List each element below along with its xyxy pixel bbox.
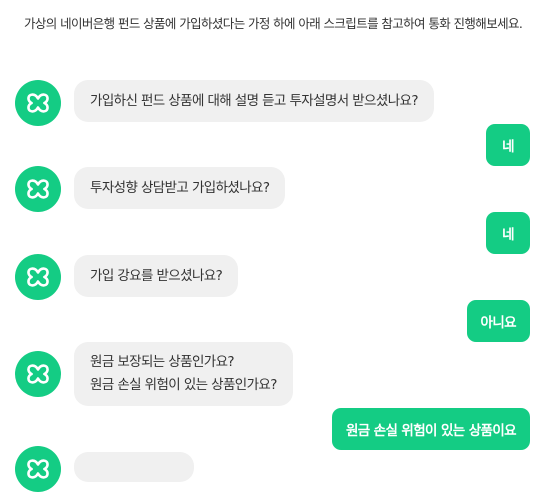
clover-logo-icon	[27, 267, 49, 287]
bot-message: 가입 강요를 받으셨나요?	[74, 255, 239, 297]
bot-avatar	[15, 446, 61, 492]
clover-logo-icon	[27, 459, 49, 479]
bot-message-text: 가입하신 펀드 상품에 대해 설명 듣고 투자설명서 받으셨나요?	[90, 92, 419, 109]
chat-thread: 가입하신 펀드 상품에 대해 설명 듣고 투자설명서 받으셨나요? 네 투자성향…	[0, 0, 544, 492]
bot-message-text: 투자성향 상담받고 가입하셨나요?	[90, 179, 270, 196]
bot-message: 가입하신 펀드 상품에 대해 설명 듣고 투자설명서 받으셨나요?	[74, 80, 434, 122]
bot-message: 투자성향 상담받고 가입하셨나요?	[74, 167, 286, 209]
user-reply: 네	[486, 124, 530, 166]
bot-message-text: 원금 손실 위험이 있는 상품인가요?	[90, 377, 277, 393]
user-reply: 아니요	[466, 300, 530, 342]
user-reply: 네	[486, 212, 530, 254]
user-reply: 원금 손실 위험이 있는 상품이요	[331, 408, 530, 450]
bot-message-partial	[74, 452, 194, 482]
bot-avatar	[15, 351, 61, 397]
bot-avatar	[15, 254, 61, 300]
bot-avatar	[15, 166, 61, 212]
clover-logo-icon	[27, 93, 49, 113]
bot-avatar	[15, 80, 61, 126]
bot-message: 원금 보장되는 상품인가요? 원금 손실 위험이 있는 상품인가요?	[74, 342, 293, 406]
bot-message-text: 가입 강요를 받으셨나요?	[90, 267, 223, 284]
clover-logo-icon	[27, 179, 49, 199]
clover-logo-icon	[27, 364, 49, 384]
bot-message-text: 원금 보장되는 상품인가요?	[90, 354, 235, 370]
